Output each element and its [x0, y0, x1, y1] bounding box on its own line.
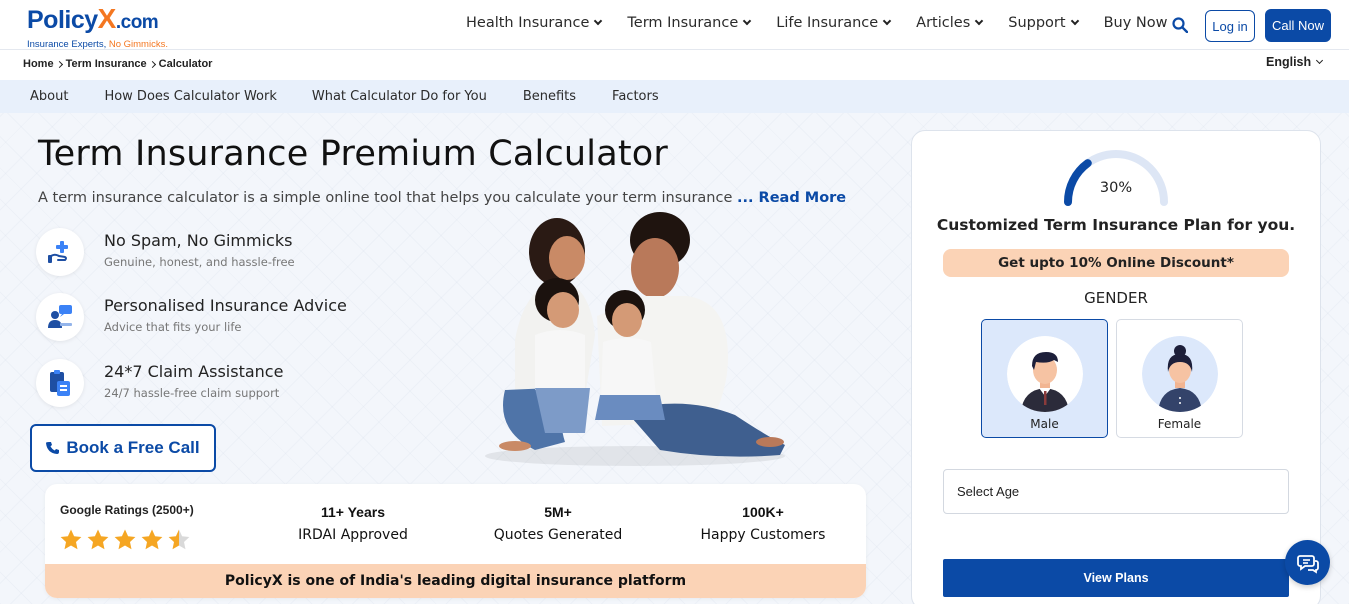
breadcrumb-calculator: Calculator: [158, 58, 213, 70]
feature-subtitle: Advice that fits your life: [104, 320, 242, 334]
feature-advice: Personalised Insurance Advice Advice tha…: [36, 293, 347, 341]
site-header: PolicyX.com Insurance Experts, No Gimmic…: [0, 0, 1349, 50]
half-star-icon: [168, 529, 190, 550]
google-ratings-label: Google Ratings (2500+): [60, 503, 194, 517]
clipboard-claim-icon: [36, 359, 84, 407]
section-nav: About How Does Calculator Work What Calc…: [0, 80, 1349, 113]
page-title: Term Insurance Premium Calculator: [38, 134, 669, 174]
male-avatar-icon: [1006, 336, 1083, 412]
feature-title: No Spam, No Gimmicks: [104, 231, 293, 250]
section-tab-how-works[interactable]: How Does Calculator Work: [104, 89, 276, 104]
intro-text: A term insurance calculator is a simple …: [38, 190, 847, 206]
read-more-link[interactable]: ... Read More: [737, 190, 846, 206]
login-button[interactable]: Log in: [1205, 10, 1255, 42]
stat-quotes: 5M+ Quotes Generated: [493, 504, 623, 543]
section-tab-benefits[interactable]: Benefits: [523, 89, 576, 104]
star-icon: [87, 529, 109, 550]
feature-no-spam: No Spam, No Gimmicks Genuine, honest, an…: [36, 228, 295, 276]
phone-icon: [46, 442, 60, 454]
progress-gauge: [1064, 150, 1168, 206]
gender-option-female[interactable]: Female: [1116, 319, 1243, 438]
gender-option-male[interactable]: Male: [981, 319, 1108, 438]
chat-button[interactable]: [1285, 540, 1330, 585]
stats-card: Google Ratings (2500+) 11+ Years IRDAI A…: [45, 484, 866, 598]
female-avatar-icon: [1141, 336, 1218, 412]
chevron-down-icon: [882, 16, 892, 26]
section-tab-about[interactable]: About: [30, 89, 68, 104]
gender-female-label: Female: [1157, 417, 1202, 431]
policyx-logo[interactable]: PolicyX.com Insurance Experts, No Gimmic…: [27, 3, 168, 51]
star-icon: [114, 529, 136, 550]
section-tab-factors[interactable]: Factors: [612, 89, 659, 104]
chevron-down-icon: [975, 16, 984, 26]
chevron-down-icon: [1070, 16, 1079, 26]
nav-term-insurance[interactable]: Term Insurance: [627, 15, 752, 31]
discount-badge: Get upto 10% Online Discount*: [943, 249, 1289, 277]
age-select[interactable]: Select Age: [943, 469, 1289, 514]
chevron-right-icon: [55, 60, 63, 68]
breadcrumb-term-insurance[interactable]: Term Insurance: [66, 58, 147, 70]
star-icon: [60, 529, 82, 550]
progress-percent: 30%: [1099, 180, 1133, 196]
breadcrumb-home[interactable]: Home: [23, 58, 54, 70]
chevron-down-icon: [1316, 56, 1324, 64]
advisor-chat-icon: [36, 293, 84, 341]
feature-claim: 24*7 Claim Assistance 24/7 hassle-free c…: [36, 359, 283, 407]
platform-banner: PolicyX is one of India's leading digita…: [45, 564, 866, 598]
view-plans-button[interactable]: View Plans: [943, 559, 1289, 597]
search-icon[interactable]: [1172, 17, 1188, 33]
logo-tagline: Insurance Experts, No Gimmicks.: [27, 39, 168, 50]
chat-icon: [1296, 554, 1319, 574]
gender-label: GENDER: [1084, 289, 1148, 307]
stat-years: 11+ Years IRDAI Approved: [298, 504, 408, 543]
hand-plus-icon: [36, 228, 84, 276]
nav-articles[interactable]: Articles: [916, 15, 984, 31]
nav-life-insurance[interactable]: Life Insurance: [776, 15, 892, 31]
main-nav: Health Insurance Term Insurance Life Ins…: [466, 15, 1193, 31]
language-selector[interactable]: English: [1266, 55, 1324, 69]
chevron-down-icon: [594, 16, 603, 26]
gender-male-label: Male: [1030, 417, 1059, 431]
breadcrumb: Home Term Insurance Calculator: [23, 58, 212, 70]
feature-subtitle: 24/7 hassle-free claim support: [104, 386, 280, 400]
call-now-button[interactable]: Call Now: [1265, 9, 1331, 42]
logo-wordmark: PolicyX.com: [27, 3, 159, 35]
feature-title: 24*7 Claim Assistance: [104, 362, 284, 381]
stat-customers: 100K+ Happy Customers: [700, 504, 826, 543]
form-title: Customized Term Insurance Plan for you.: [936, 216, 1296, 234]
family-photo: [485, 212, 785, 466]
feature-subtitle: Genuine, honest, and hassle-free: [104, 255, 295, 269]
nav-buy-now[interactable]: Buy Now: [1104, 15, 1168, 31]
nav-health-insurance[interactable]: Health Insurance: [466, 15, 603, 31]
star-icon: [141, 529, 163, 550]
section-tab-what-does[interactable]: What Calculator Do for You: [312, 89, 487, 104]
chevron-down-icon: [743, 16, 752, 26]
chevron-right-icon: [148, 60, 156, 68]
book-free-call-button[interactable]: Book a Free Call: [30, 424, 216, 472]
rating-stars: [59, 528, 191, 552]
feature-title: Personalised Insurance Advice: [104, 296, 347, 315]
nav-support[interactable]: Support: [1008, 15, 1079, 31]
